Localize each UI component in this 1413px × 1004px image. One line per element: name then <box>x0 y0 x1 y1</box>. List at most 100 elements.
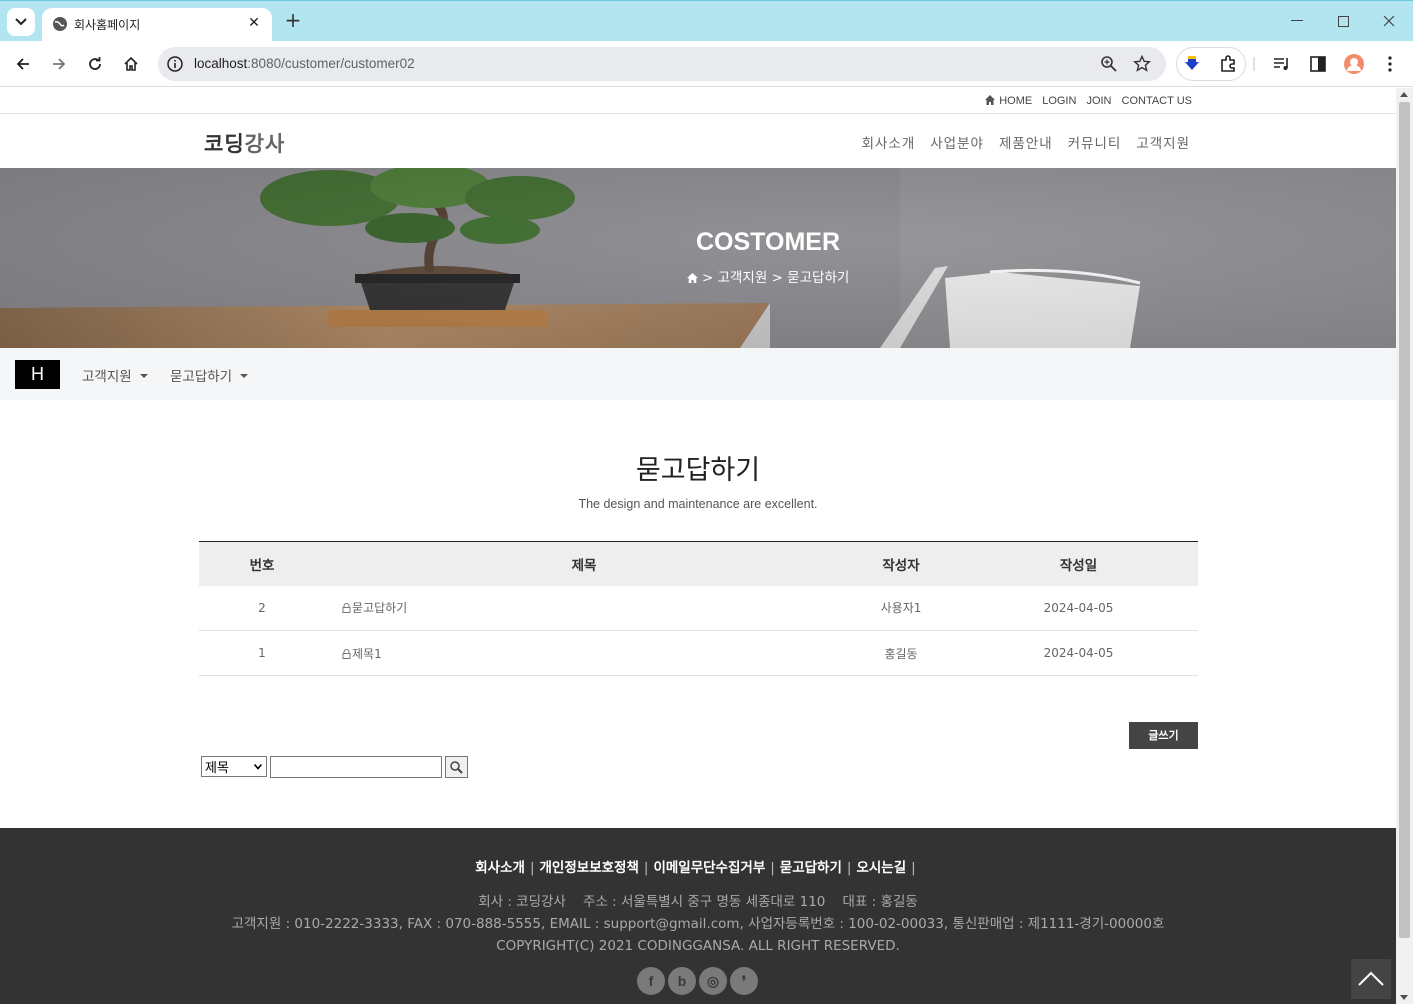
reload-button[interactable] <box>82 51 108 77</box>
search-button[interactable] <box>445 756 468 778</box>
browser-menu-icon[interactable] <box>1379 53 1401 75</box>
banner-overlay <box>0 168 1396 348</box>
breadcrumb-item-support[interactable]: 고객지원 <box>718 270 768 286</box>
breadcrumb-separator: > <box>701 270 714 286</box>
kakao-story-icon[interactable]: ❜ <box>730 967 758 995</box>
footer-link-company[interactable]: 회사소개 <box>475 860 525 876</box>
toolbar-divider <box>1253 57 1255 71</box>
bookmark-star-icon[interactable] <box>1133 55 1151 73</box>
site-footer: 회사소개 | 개인정보보호정책 | 이메일무단수집거부 | 묻고답하기 | 오시는길 | 회사 :… <box>0 828 1396 1004</box>
site-header: 코딩강사 회사소개 사업분야 제품안내 커뮤니티 고객지원 <box>0 115 1396 168</box>
subnav-home-button[interactable]: H <box>15 360 60 389</box>
tab-title: 회사홈페이지 <box>74 18 141 32</box>
extensions-puzzle-icon[interactable] <box>1217 53 1239 75</box>
row-title-cell[interactable]: 묻고답하기 <box>325 585 843 631</box>
footer-link-privacy[interactable]: 개인정보보호정책 <box>540 860 639 876</box>
hero-banner: COSTOMER > 고객지원 > 묻고답하기 <box>0 168 1396 348</box>
globe-icon <box>53 17 67 31</box>
minimize-icon <box>1291 20 1303 21</box>
new-tab-button[interactable]: + <box>282 10 304 32</box>
row-author: 홍길동 <box>843 630 959 676</box>
instagram-icon[interactable]: ◎ <box>699 967 727 995</box>
back-button[interactable] <box>10 51 36 77</box>
scrollbar-thumb[interactable] <box>1399 102 1410 938</box>
row-title-cell[interactable]: 제목1 <box>325 630 843 676</box>
logo-part1: 코딩 <box>204 131 245 156</box>
browser-tab[interactable]: 회사홈페이지 ✕ <box>42 8 272 42</box>
lock-icon <box>342 603 351 614</box>
nav-item-community[interactable]: 커뮤니티 <box>1068 132 1122 152</box>
home-icon[interactable] <box>686 273 698 283</box>
top-link-contact[interactable]: CONTACT US <box>1122 95 1193 107</box>
home-button[interactable] <box>118 51 144 77</box>
column-header-title: 제목 <box>571 557 597 574</box>
minimize-button[interactable] <box>1282 9 1312 33</box>
footer-links: 회사소개 | 개인정보보호정책 | 이메일무단수집거부 | 묻고답하기 | 오시는길 | <box>0 856 1396 876</box>
nav-item-products[interactable]: 제품안내 <box>999 132 1053 152</box>
breadcrumb: > 고객지원 > 묻고답하기 <box>0 266 1396 286</box>
footer-copyright: COPYRIGHT(C) 2021 CODINGGANSA. ALL RIGHT… <box>496 938 900 954</box>
close-tab-icon[interactable]: ✕ <box>244 13 264 33</box>
back-to-top-button[interactable] <box>1351 959 1391 999</box>
footer-link-directions[interactable]: 오시는길 <box>856 860 906 876</box>
row-title-link[interactable]: 제목1 <box>352 647 382 661</box>
home-icon <box>985 95 996 105</box>
table-row[interactable]: 2 묻고답하기 사용자1 2024-04-05 <box>199 585 1198 631</box>
top-link-home[interactable]: HOME <box>985 95 1032 107</box>
extension-download-icon[interactable] <box>1181 53 1203 75</box>
logo-part2: 강사 <box>244 131 286 156</box>
scroll-up-icon[interactable] <box>1400 92 1408 97</box>
caret-down-icon <box>240 374 249 378</box>
arrow-right-icon <box>53 58 66 70</box>
utility-nav: HOME LOGIN JOIN CONTACT US <box>0 88 1396 114</box>
footer-link-email-policy[interactable]: 이메일무단수집거부 <box>653 860 765 876</box>
footer-link-qna[interactable]: 묻고답하기 <box>780 860 842 876</box>
subnav-dropdown-qna-label: 묻고답하기 <box>170 369 233 385</box>
blog-icon[interactable]: b <box>668 967 696 995</box>
zoom-icon[interactable] <box>1100 55 1118 73</box>
footer-separator: | <box>643 860 649 876</box>
home-icon <box>124 56 138 71</box>
table-row[interactable]: 1 제목1 홍길동 2024-04-05 <box>199 630 1198 676</box>
subnav-dropdown-qna[interactable]: 묻고답하기 <box>170 365 249 385</box>
nav-item-support[interactable]: 고객지원 <box>1136 132 1190 152</box>
write-button[interactable]: 글쓰기 <box>1129 722 1198 749</box>
page-scrollbar[interactable] <box>1396 88 1413 1004</box>
nav-item-company[interactable]: 회사소개 <box>862 132 916 152</box>
site-logo[interactable]: 코딩강사 <box>204 128 285 158</box>
search-field-select[interactable]: 제목 <box>201 756 267 777</box>
row-author: 사용자1 <box>843 585 959 631</box>
profile-avatar-icon[interactable] <box>1343 53 1365 75</box>
search-input[interactable] <box>270 756 442 778</box>
media-control-icon[interactable] <box>1271 53 1293 75</box>
sub-navigation: H 고객지원 묻고답하기 <box>0 348 1396 400</box>
breadcrumb-item-qna[interactable]: 묻고답하기 <box>787 270 849 286</box>
table-header-row: 번호 제목 작성자 작성일 <box>199 541 1198 586</box>
top-link-login[interactable]: LOGIN <box>1042 95 1076 107</box>
top-link-join[interactable]: JOIN <box>1086 95 1111 107</box>
chevron-up-icon <box>1358 971 1384 986</box>
row-title-link[interactable]: 묻고답하기 <box>352 601 407 615</box>
row-number: 1 <box>199 630 325 676</box>
subnav-dropdown-support[interactable]: 고객지원 <box>82 365 148 385</box>
chevron-down-icon <box>254 764 262 770</box>
forward-button[interactable] <box>46 51 72 77</box>
page-title: 묻고답하기 <box>635 455 761 486</box>
side-panel-icon[interactable] <box>1307 53 1329 75</box>
window-close-button[interactable] <box>1374 9 1404 33</box>
column-header-date: 작성일 <box>1059 557 1098 574</box>
nav-item-business[interactable]: 사업분야 <box>930 132 984 152</box>
board-table: 번호 제목 작성자 작성일 2 묻고답하기 사용자1 2024-04-05 1 … <box>199 541 1198 676</box>
footer-info: 회사 : 코딩강사 주소 : 서울특별시 중구 명동 세종대로 110 대표 :… <box>0 891 1396 957</box>
row-date: 2024-04-05 <box>959 585 1198 631</box>
tab-search-button[interactable] <box>7 8 35 36</box>
url-text[interactable]: localhost:8080/customer/customer02 <box>194 56 415 71</box>
address-bar[interactable]: localhost:8080/customer/customer02 <box>158 47 1166 81</box>
browser-toolbar: localhost:8080/customer/customer02 <box>0 41 1413 87</box>
facebook-icon[interactable]: f <box>637 967 665 995</box>
scroll-down-icon[interactable] <box>1400 995 1408 1000</box>
top-link-home-label: HOME <box>999 95 1033 107</box>
maximize-button[interactable] <box>1328 9 1358 33</box>
footer-separator: | <box>846 860 852 876</box>
info-icon[interactable] <box>166 55 184 73</box>
